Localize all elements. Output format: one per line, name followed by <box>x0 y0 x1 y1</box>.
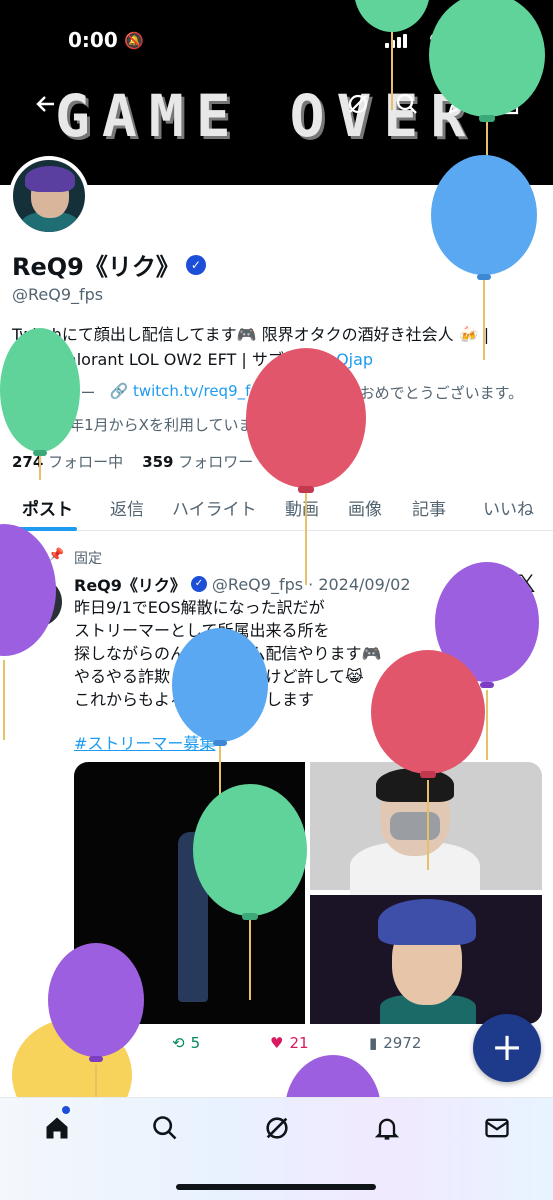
bio-line-2: Apex Valorant LOL OW2 EFT | サブ垢 <box>12 350 300 369</box>
tab-likes[interactable]: いいね <box>483 495 534 520</box>
grok-icon[interactable] <box>262 1114 292 1144</box>
post-line: やるやる詐欺してる日多いけど許して😹 <box>74 667 364 686</box>
like-button[interactable]: ♥ 21 <box>270 1034 309 1052</box>
post-media-grid <box>74 762 542 1024</box>
calendar-icon: ▦ <box>12 416 27 434</box>
tab-replies[interactable]: 返信 <box>110 495 144 520</box>
bell-muted-icon: 🔕 <box>124 31 144 50</box>
retweet-icon: ⟲ <box>172 1034 185 1052</box>
post-image-1[interactable] <box>74 762 305 1024</box>
pin-icon: 📌 <box>48 548 65 563</box>
post-line: ストリーマーとして所属出来る所を <box>74 621 330 640</box>
home-indicator <box>176 1184 376 1190</box>
back-icon[interactable] <box>32 92 60 120</box>
views-button[interactable]: ▮ 2972 <box>369 1034 421 1052</box>
views-count: 2972 <box>383 1034 422 1052</box>
post-header: ReQ9《リク》 ✓ @ReQ9_fps · 2024/09/02 <box>74 572 411 596</box>
search-icon[interactable] <box>150 1114 180 1144</box>
x-logo-icon: 𝕏 <box>516 570 536 598</box>
profile-name-row: ReQ9《リク》 ✓ <box>12 247 206 282</box>
profile-meta: 💼 ゲーマー 🔗 twitch.tv/req9_fps ◎ お誕生日おめでとうご… <box>12 382 523 403</box>
profile-avatar[interactable] <box>9 156 89 236</box>
post-line: 昨日9/1でEOS解散になった訳だが <box>74 598 325 617</box>
retweet-button[interactable]: ⟲ 5 <box>172 1034 200 1052</box>
active-tab-indicator <box>15 527 77 531</box>
mail-icon[interactable] <box>482 1114 512 1144</box>
profile-handle: @ReQ9_fps <box>12 285 104 304</box>
tab-images[interactable]: 画像 <box>348 495 382 520</box>
post-actions: ⟲ 5 ♥ 21 ▮ 2972 <box>0 1032 553 1060</box>
status-time: 0:00 <box>68 28 118 52</box>
tab-highlights[interactable]: ハイライト <box>172 495 257 520</box>
home-icon[interactable] <box>42 1114 72 1144</box>
signal-icon <box>385 32 407 48</box>
post-image-3[interactable] <box>310 895 542 1024</box>
notification-dot <box>62 1106 70 1114</box>
location-icon: ◎ <box>281 384 295 402</box>
bottom-nav <box>0 1097 553 1200</box>
bar-chart-icon: ▮ <box>369 1034 378 1052</box>
tab-posts[interactable]: ポスト <box>22 495 73 520</box>
post-line: これからもよろしくお願いします <box>74 690 315 709</box>
post-hashtag-link[interactable]: #ストリーマー募集 <box>74 730 215 754</box>
chevron-right-icon: › <box>273 416 280 434</box>
pinned-label: 固定 <box>74 551 102 567</box>
compose-button[interactable]: + <box>473 1014 541 1082</box>
profile-tabs: ポスト 返信 ハイライト 動画 画像 記事 いいね <box>0 485 553 531</box>
search-icon[interactable] <box>393 92 421 120</box>
share-icon[interactable] <box>495 92 523 120</box>
tab-videos[interactable]: 動画 <box>285 495 319 520</box>
profile-joined[interactable]: ▦ 2021年1月からXを利用しています › <box>12 414 279 435</box>
verified-badge-icon: ✓ <box>190 576 207 592</box>
post-line: 探しながらのんびりゲーム配信やります🎮 <box>74 644 382 663</box>
post-image-2[interactable] <box>310 762 542 902</box>
post-handle-date: @ReQ9_fps · 2024/09/02 <box>211 574 411 594</box>
status-bar: 0:00 🔕 ◠ 98 <box>0 28 553 54</box>
tab-articles[interactable]: 記事 <box>412 495 446 520</box>
briefcase-icon: 💼 <box>12 384 31 402</box>
verified-badge-icon[interactable]: ✓ <box>185 254 206 275</box>
profile-bio: Twitchにて顔出し配信してます🎮 限界オタクの酒好き社会人 🍻 | Apex… <box>12 322 542 372</box>
profile-birthday: お誕生日おめでとうございます。 <box>299 384 524 402</box>
post-avatar[interactable] <box>12 577 62 627</box>
battery-indicator: 98 <box>462 30 502 51</box>
like-count: 21 <box>289 1034 309 1052</box>
grok-icon[interactable] <box>344 92 372 120</box>
bio-mention-link[interactable]: @ReQjap <box>300 350 373 369</box>
following-link[interactable]: 274 フォロー中 <box>12 453 123 471</box>
retweet-count: 5 <box>190 1034 201 1052</box>
follow-counts: 274 フォロー中 359 フォロワー <box>12 451 253 472</box>
wifi-icon: ◠ <box>430 28 444 49</box>
pinned-post[interactable]: 📌 固定 ReQ9《リク》 ✓ @ReQ9_fps · 2024/09/02 𝕏… <box>0 532 553 1080</box>
bio-line-1: Twitchにて顔出し配信してます🎮 限界オタクの酒好き社会人 🍻 | <box>12 325 490 344</box>
joined-text: 2021年1月からXを利用しています <box>30 416 269 434</box>
heart-icon: ♥ <box>270 1034 284 1052</box>
followers-link[interactable]: 359 フォロワー <box>142 453 253 471</box>
profile-name: ReQ9《リク》 <box>12 253 180 281</box>
post-text: 昨日9/1でEOS解散になった訳だが ストリーマーとして所属出来る所を 探しなが… <box>74 596 534 711</box>
bell-icon[interactable] <box>372 1114 402 1144</box>
profile-category: ゲーマー <box>35 384 96 402</box>
profile-website-link[interactable]: twitch.tv/req9_fps <box>133 382 268 400</box>
edit-icon[interactable] <box>444 92 472 120</box>
post-author: ReQ9《リク》 <box>74 576 186 595</box>
link-icon: 🔗 <box>109 382 129 400</box>
